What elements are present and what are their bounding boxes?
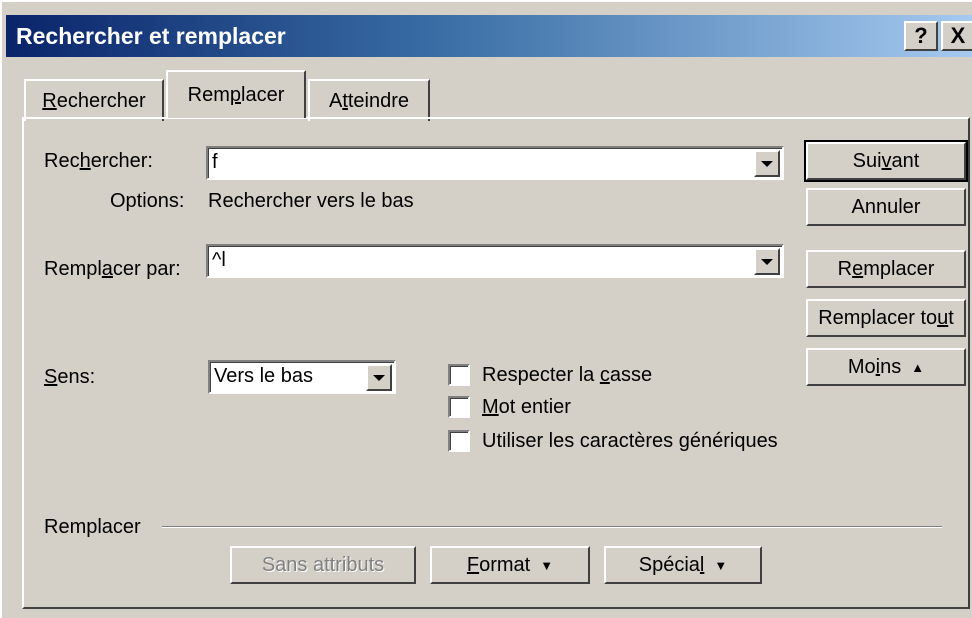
no-formatting-button[interactable]: Sans attributs bbox=[230, 546, 416, 584]
chevron-up-icon: ▲ bbox=[911, 359, 925, 375]
help-icon: ? bbox=[914, 23, 928, 48]
group-divider bbox=[162, 526, 942, 528]
group-label: Remplacer bbox=[44, 516, 141, 538]
find-replace-dialog: Rechercher et remplacer ? X Rechercher R… bbox=[0, 0, 972, 618]
match-case-label: Respecter la casse bbox=[482, 364, 653, 386]
chevron-down-icon bbox=[761, 160, 773, 167]
replace-all-button[interactable]: Remplacer to u t bbox=[806, 299, 966, 337]
direction-value: Vers le bas bbox=[214, 365, 313, 387]
find-value: f bbox=[212, 151, 218, 173]
chevron-down-icon: ▼ bbox=[714, 557, 728, 573]
direction-select[interactable]: Vers le bas bbox=[208, 360, 396, 394]
tab-remplacer[interactable]: Rem p lacer bbox=[166, 70, 306, 118]
format-button[interactable]: Format ▼ bbox=[430, 546, 590, 584]
direction-dropdown-button[interactable] bbox=[366, 364, 392, 391]
chevron-down-icon bbox=[373, 374, 385, 381]
special-button[interactable]: Spécia l ▼ bbox=[604, 546, 762, 584]
wildcards-label: Utiliser les caractères génériques bbox=[482, 430, 778, 452]
match-case-checkbox[interactable] bbox=[448, 364, 470, 386]
find-input[interactable]: f bbox=[206, 146, 784, 180]
find-next-button[interactable]: Sui v ant bbox=[804, 140, 968, 182]
replace-button[interactable]: Re mplacer bbox=[806, 250, 966, 288]
replace-value: ^l bbox=[212, 249, 226, 271]
replace-dropdown-button[interactable] bbox=[754, 248, 780, 275]
tab-rechercher[interactable]: Rechercher bbox=[24, 79, 164, 121]
window-title: Rechercher et remplacer bbox=[16, 22, 286, 49]
replace-input[interactable]: ^l bbox=[206, 244, 784, 278]
options-label: Options: bbox=[110, 190, 185, 212]
close-button[interactable]: X bbox=[941, 21, 972, 51]
less-button[interactable]: Mo i ns ▲ bbox=[806, 348, 966, 386]
help-button[interactable]: ? bbox=[904, 21, 938, 51]
chevron-down-icon bbox=[761, 258, 773, 265]
title-bar[interactable]: Rechercher et remplacer ? X bbox=[6, 15, 972, 57]
replace-label: Remplacer par: bbox=[44, 258, 181, 280]
options-value: Rechercher vers le bas bbox=[208, 190, 414, 212]
tab-atteindre[interactable]: At teindre bbox=[308, 79, 430, 121]
whole-word-label: Mot entier bbox=[482, 396, 571, 418]
cancel-button[interactable]: Annuler bbox=[806, 188, 966, 226]
whole-word-checkbox[interactable] bbox=[448, 396, 470, 418]
chevron-down-icon: ▼ bbox=[540, 557, 554, 573]
direction-label: Sens: bbox=[44, 366, 96, 388]
find-dropdown-button[interactable] bbox=[754, 150, 780, 177]
wildcards-checkbox[interactable] bbox=[448, 430, 470, 452]
close-icon: X bbox=[950, 23, 966, 48]
find-label: Rechercher: bbox=[44, 150, 153, 172]
